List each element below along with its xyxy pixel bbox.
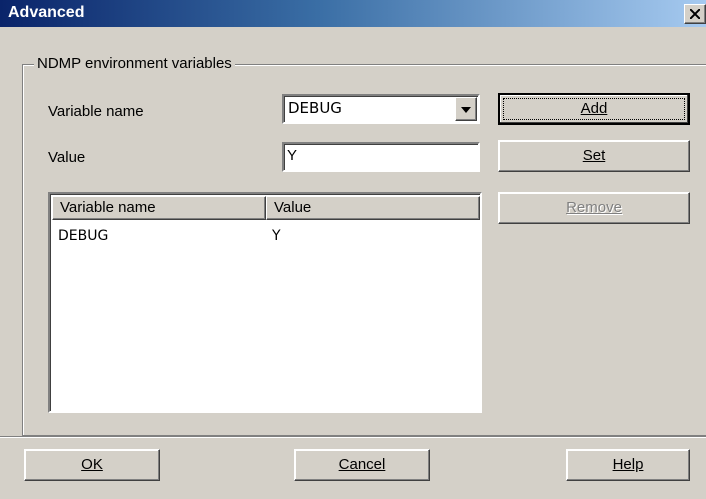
variable-name-value: DEBUG: [288, 99, 342, 117]
add-button[interactable]: Add: [498, 93, 690, 125]
cancel-button[interactable]: Cancel: [294, 449, 430, 481]
title-bar: Advanced: [0, 0, 706, 27]
ok-button[interactable]: OK: [24, 449, 160, 481]
cell-value: Y: [272, 228, 281, 244]
remove-button-label: Remove: [566, 199, 622, 216]
chevron-down-icon[interactable]: [455, 97, 477, 121]
close-button[interactable]: [684, 4, 706, 24]
variables-list[interactable]: Variable name Value DEBUG Y: [48, 192, 482, 413]
remove-button[interactable]: Remove: [498, 192, 690, 224]
column-header-label: Variable name: [60, 199, 156, 216]
divider: [0, 436, 706, 438]
close-icon: [690, 9, 700, 19]
variable-name-combobox[interactable]: DEBUG: [282, 94, 480, 124]
help-button-label: Help: [612, 456, 644, 473]
value-label: Value: [48, 149, 86, 166]
set-button-label: Set: [582, 147, 606, 164]
value-input-text: Y: [287, 147, 298, 164]
ok-button-label: OK: [81, 456, 103, 473]
column-header-value[interactable]: Value: [266, 196, 480, 220]
value-input[interactable]: Y: [282, 142, 480, 172]
column-header-label: Value: [274, 199, 312, 216]
group-label: NDMP environment variables: [34, 55, 235, 72]
set-button[interactable]: Set: [498, 140, 690, 172]
variable-name-label: Variable name: [48, 103, 144, 120]
cell-variable-name: DEBUG: [58, 228, 109, 244]
column-header-variable-name[interactable]: Variable name: [52, 196, 266, 220]
help-button[interactable]: Help: [566, 449, 690, 481]
focus-rect: [503, 98, 685, 120]
cancel-button-label: Cancel: [338, 456, 386, 473]
window-title: Advanced: [8, 4, 85, 21]
